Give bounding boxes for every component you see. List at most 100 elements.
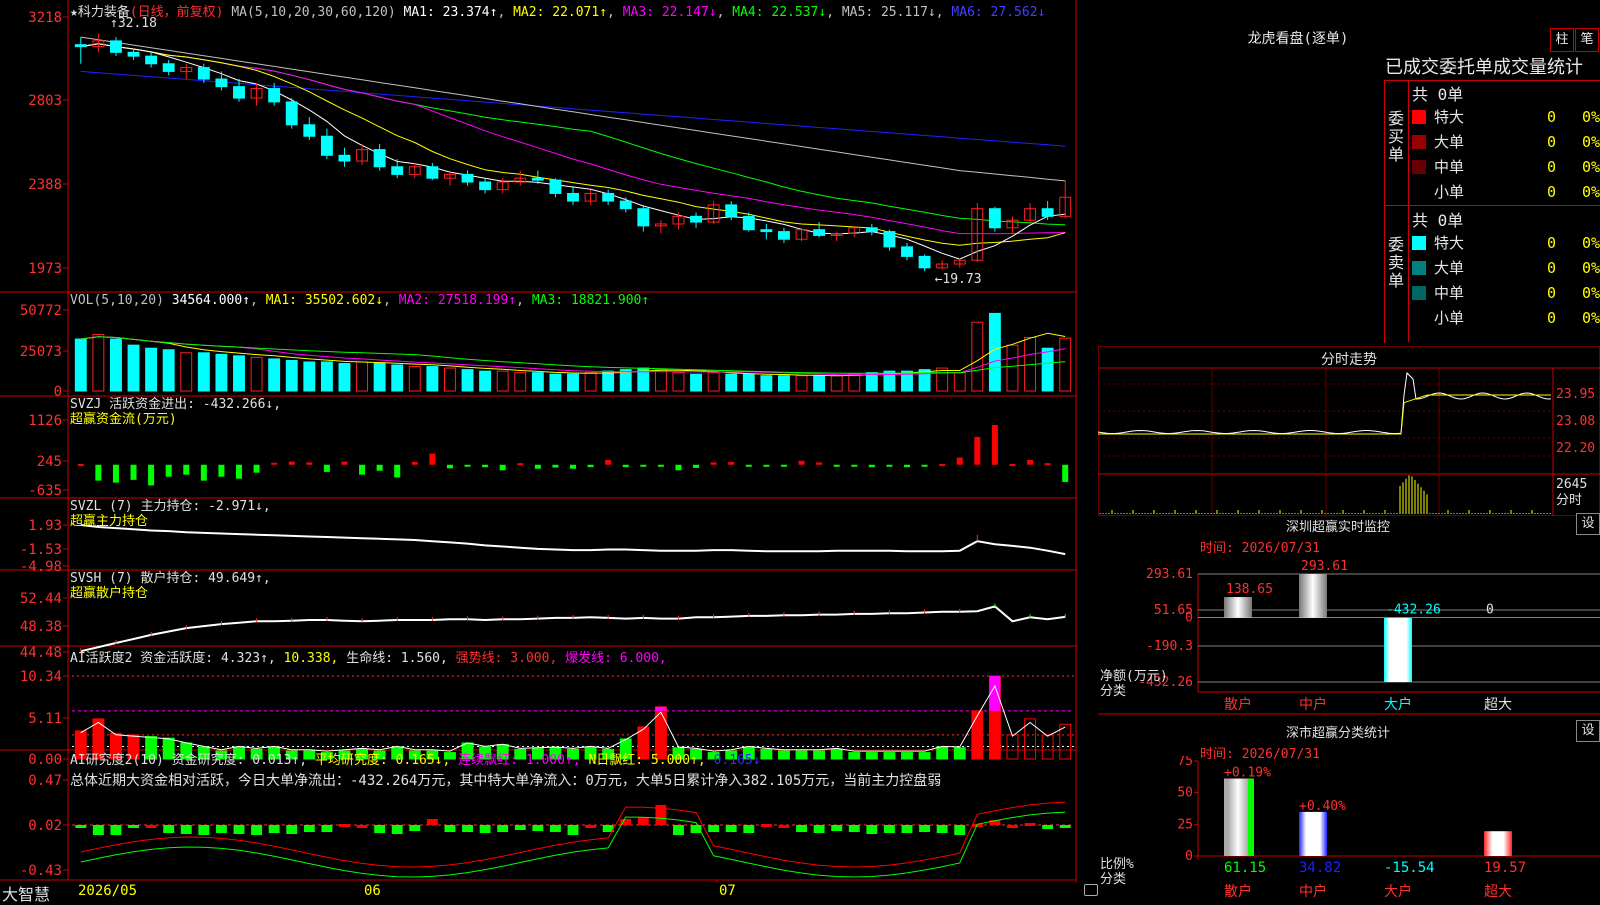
candle-body	[918, 255, 931, 269]
research-bar	[444, 825, 456, 832]
flow-bar	[991, 425, 998, 465]
sz-class-chart[interactable]: 75 50 25 0 +0.19% +0.40% 61.15 34.82 -15.54 19.57…	[1098, 756, 1600, 900]
flow-bar	[253, 464, 260, 473]
research-bar	[637, 817, 649, 825]
bar-view-button[interactable]: 柱	[1550, 28, 1574, 52]
research-bar	[760, 824, 772, 827]
research-bar	[778, 825, 790, 828]
sz-monitor-chart[interactable]: 293.6151.650-190.3-432.26138.65293.61-43…	[1098, 556, 1600, 716]
order-stats-divider	[1384, 205, 1600, 206]
sz-class-value: 34.82	[1299, 860, 1341, 876]
ma10-line	[80, 43, 1066, 246]
candle-body	[373, 149, 386, 168]
sz-class-bar-edge	[1248, 778, 1254, 856]
candle-body	[1041, 208, 1054, 217]
volume-bar	[953, 372, 966, 392]
research-bar	[743, 825, 755, 833]
candle-body	[391, 166, 404, 175]
ma-header: ★科力装备(日线，前复权) MA(5,10,20,30,60,120) MA1:…	[70, 5, 1046, 20]
candle-body	[197, 67, 210, 80]
intraday-chart[interactable]: 23.95 23.08 22.20 2645分时	[1098, 346, 1600, 516]
volume-bar	[373, 362, 386, 392]
research-bar	[75, 825, 87, 828]
volume-bar	[109, 338, 122, 392]
order-count: 0	[1547, 108, 1557, 126]
sz-class-value: 19.57	[1484, 860, 1526, 876]
sz-class-value: -15.54	[1384, 860, 1435, 876]
date-label-jun: 06	[364, 883, 381, 899]
lock-icon[interactable]	[1084, 884, 1098, 896]
sz-monitor-bar	[1299, 574, 1327, 618]
research-bar	[110, 825, 122, 835]
research-green-line	[80, 811, 1066, 878]
volume-bar	[408, 366, 421, 392]
flow-bar	[886, 464, 893, 467]
research-bar	[1059, 825, 1071, 828]
order-percent: 0%	[1582, 284, 1600, 302]
ai-summary-text: 总体近期大资金相对活跃，今日大单净流出：-432.264万元，其中特大单净流入：…	[70, 773, 942, 789]
order-row: 中单 0 0%	[1412, 156, 1600, 178]
order-size-label: 小单	[1434, 309, 1465, 327]
ai-active-v3: 生命线: 1.560,	[346, 651, 448, 666]
main-holding-line	[80, 524, 1066, 556]
color-swatch	[1412, 185, 1426, 199]
flow-bar	[482, 464, 489, 468]
volume-bar	[567, 373, 579, 392]
flow-bar	[236, 464, 242, 479]
candle-body	[725, 204, 738, 217]
research-bar	[233, 825, 245, 834]
research-bar	[1024, 823, 1036, 826]
candle-body	[303, 124, 316, 137]
order-row: 大单 0 0%	[1412, 257, 1600, 279]
order-row: 大单 0 0%	[1412, 131, 1600, 153]
flow-bar	[956, 457, 963, 465]
research-bar	[725, 825, 737, 832]
candle-body	[215, 78, 228, 88]
ma5-line	[80, 43, 1066, 260]
flow-bar	[780, 464, 787, 467]
sz-monitor-title: 深圳超赢实时监控	[1285, 520, 1390, 535]
research-bar	[813, 825, 825, 833]
order-count: 0	[1547, 259, 1557, 277]
dragon-tiger-title: 龙虎看盘(逐单)	[1247, 31, 1349, 47]
flow-bar	[1027, 459, 1034, 465]
research-bar	[532, 825, 544, 831]
order-count: 0	[1547, 133, 1557, 151]
order-percent: 0%	[1582, 108, 1600, 126]
vol-ma5-line	[80, 332, 1066, 377]
volume-bar	[496, 370, 509, 392]
candle-body	[760, 229, 773, 233]
candle-body	[883, 231, 896, 248]
volume-bar	[672, 372, 685, 392]
candle-body	[690, 215, 703, 223]
svzj-tick-label: 1126	[28, 413, 62, 429]
ai-active-header: AI活跃度2 资金活跃度: 4.323↑, 10.338, 生命线: 1.560…	[70, 647, 667, 666]
sz-monitor-tick-label: 0	[1185, 611, 1193, 626]
research-bar	[462, 825, 473, 832]
date-label-jul: 07	[719, 883, 736, 899]
candle-body	[988, 208, 1001, 229]
flow-bar	[165, 464, 172, 477]
period-label: (日线，前复权)	[129, 5, 224, 20]
vol-ma1: MA1: 35502.602↓	[265, 293, 384, 308]
volume-bar	[303, 361, 316, 392]
candle-body	[338, 154, 351, 162]
activity-burst-cap	[655, 706, 667, 711]
svzl-tick-label: -4.98	[20, 559, 62, 575]
flow-bar	[605, 459, 612, 465]
sz-class-tick-label: 0	[1185, 849, 1193, 864]
research-bar	[919, 825, 931, 832]
flow-bar	[552, 464, 559, 468]
flow-bar	[95, 464, 102, 481]
sz-monitor-settings-button[interactable]: 设	[1576, 513, 1600, 535]
volume-bar	[356, 361, 369, 392]
candle-body	[74, 44, 87, 48]
sz-class-settings-button[interactable]: 设	[1576, 720, 1600, 742]
flow-bar	[341, 461, 348, 465]
sz-monitor-category: 超大	[1484, 697, 1512, 713]
research-bar	[321, 825, 333, 832]
pen-view-button[interactable]: 笔	[1575, 28, 1599, 52]
order-size-label: 中单	[1434, 284, 1465, 302]
candle-body	[549, 179, 562, 194]
ma20-line	[80, 43, 1066, 235]
